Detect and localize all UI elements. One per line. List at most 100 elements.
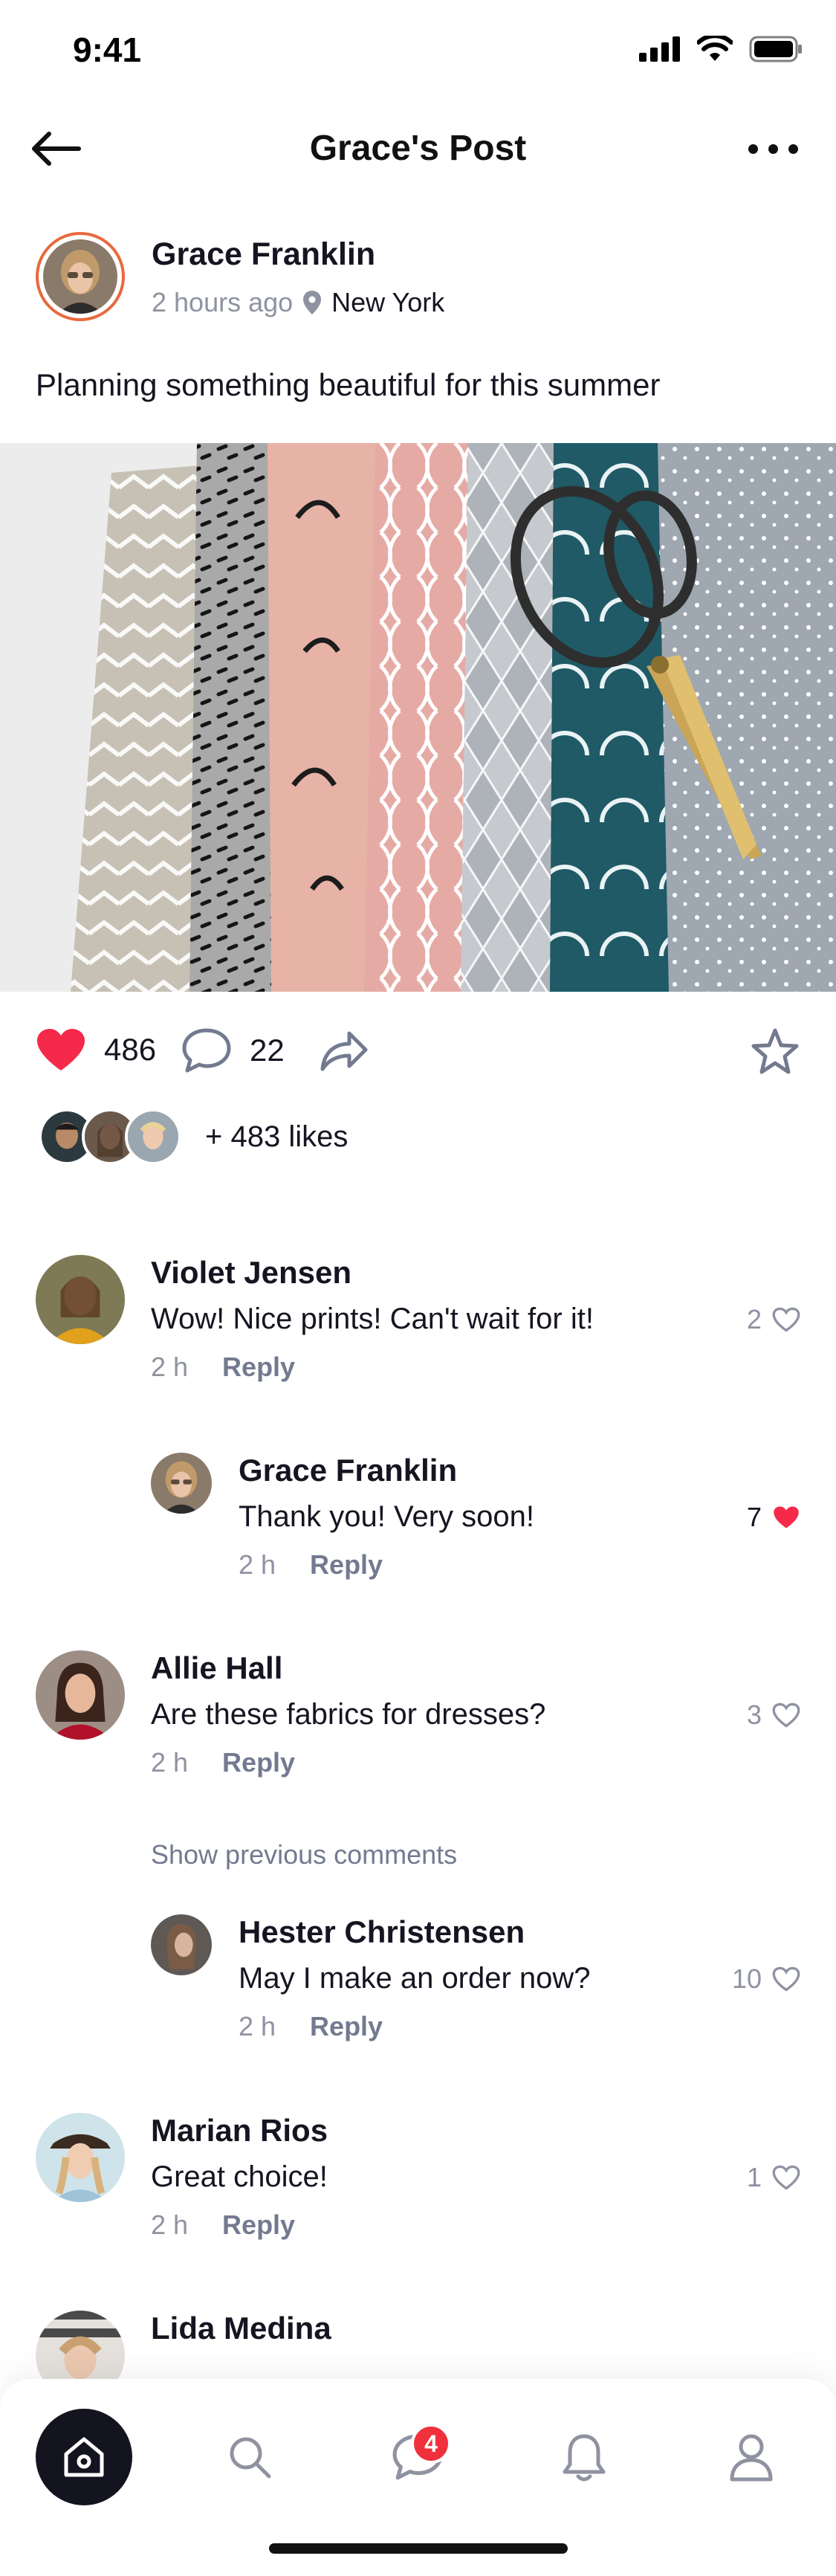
reply-button[interactable]: Reply <box>222 1352 295 1383</box>
comment-item: Marian Rios Great choice! 2 h Reply 1 <box>0 2113 836 2262</box>
profile-icon <box>730 2434 773 2482</box>
comment-time: 2 h <box>239 1549 276 1580</box>
likes-summary-text: + 483 likes <box>205 1120 349 1153</box>
comment-like-count: 1 <box>746 2162 762 2192</box>
commenter-name[interactable]: Violet Jensen <box>151 1255 351 1291</box>
likes-count: 486 <box>104 1032 157 1067</box>
fabric-photo <box>0 443 836 992</box>
reply-button[interactable]: Reply <box>222 1747 295 1778</box>
comment-reply-item: Hester Christensen May I make an order n… <box>0 1914 836 2063</box>
comment-like[interactable]: 2 <box>747 1304 800 1335</box>
status-time: 9:41 <box>73 30 142 69</box>
post-author: Grace Franklin 2 hours ago New York <box>36 232 801 321</box>
heart-outline-icon[interactable] <box>772 1307 800 1332</box>
comment-like-count: 10 <box>731 1963 762 1994</box>
reply-button[interactable]: Reply <box>310 2011 383 2042</box>
commenter-avatar[interactable] <box>151 1453 212 1514</box>
comment-like[interactable]: 3 <box>747 1699 800 1731</box>
comment-text: Great choice! <box>151 2160 328 2193</box>
wifi-icon <box>697 36 733 61</box>
comment-meta: 2 h Reply <box>151 1352 295 1383</box>
tab-notifications[interactable] <box>536 2409 632 2505</box>
comment-reply-item: Grace Franklin Thank you! Very soon! 2 h… <box>0 1453 836 1601</box>
more-icon <box>748 143 758 154</box>
comment-meta: 2 h Reply <box>151 2209 295 2241</box>
comment-like[interactable]: 1 <box>747 2162 800 2193</box>
tab-messages[interactable]: 4 <box>369 2409 466 2505</box>
liker-avatar <box>125 1108 181 1165</box>
share-icon[interactable] <box>318 1027 369 1072</box>
bell-icon <box>563 2434 606 2482</box>
author-meta: 2 hours ago New York <box>152 287 444 318</box>
commenter-name[interactable]: Hester Christensen <box>239 1914 525 1950</box>
comment-meta: 2 h Reply <box>239 1549 383 1581</box>
commenter-avatar[interactable] <box>36 2113 125 2202</box>
post-caption: Planning something beautiful for this su… <box>36 367 661 402</box>
post-location[interactable]: New York <box>331 287 444 318</box>
tab-profile[interactable] <box>703 2409 800 2505</box>
battery-icon <box>749 36 802 62</box>
comment-icon[interactable] <box>181 1027 232 1074</box>
messages-badge: 4 <box>411 2424 451 2464</box>
share-action[interactable] <box>318 1027 369 1072</box>
more-options-button[interactable] <box>739 134 806 164</box>
comment-meta: 2 h Reply <box>239 2011 383 2042</box>
more-icon-dot <box>788 143 798 154</box>
commenter-avatar[interactable] <box>151 1914 212 1975</box>
comment-text: Are these fabrics for dresses? <box>151 1698 546 1731</box>
commenter-avatar[interactable] <box>36 1255 125 1344</box>
comment-meta: 2 h Reply <box>151 1747 295 1778</box>
heart-outline-icon[interactable] <box>772 1966 800 1992</box>
location-pin-icon <box>303 291 322 314</box>
commenter-name[interactable]: Allie Hall <box>151 1650 282 1686</box>
post-time: 2 hours ago <box>152 287 294 317</box>
tab-search[interactable] <box>201 2409 298 2505</box>
comment-text: May I make an order now? <box>239 1962 591 1995</box>
author-avatar[interactable] <box>36 232 125 321</box>
show-previous-comments[interactable]: Show previous comments <box>151 1839 457 1870</box>
comment-time: 2 h <box>151 1747 189 1778</box>
author-avatar-image <box>43 239 117 314</box>
comment-time: 2 h <box>239 2011 276 2041</box>
reply-button[interactable]: Reply <box>310 1549 383 1581</box>
heart-icon[interactable] <box>36 1027 86 1072</box>
post-image[interactable] <box>0 443 836 992</box>
reply-button[interactable]: Reply <box>222 2209 295 2241</box>
search-icon <box>230 2437 271 2479</box>
author-name[interactable]: Grace Franklin <box>152 236 375 273</box>
like-action[interactable]: 486 <box>36 1027 156 1072</box>
more-icon-dot <box>768 143 778 154</box>
commenter-avatar[interactable] <box>36 1650 125 1740</box>
cellular-signal-icon <box>639 36 680 62</box>
comment-text: Wow! Nice prints! Can't wait for it! <box>151 1302 594 1335</box>
comment-like-count: 7 <box>746 1502 762 1532</box>
comment-item: Lida Medina <box>0 2311 836 2400</box>
comment-text: Thank you! Very soon! <box>239 1500 535 1533</box>
avatar-portrait <box>43 239 117 314</box>
comment-like-count: 2 <box>746 1304 762 1334</box>
comment-item: Violet Jensen Wow! Nice prints! Can't wa… <box>0 1255 836 1404</box>
favorite-action[interactable] <box>751 1027 800 1075</box>
nav-header: Grace's Post <box>0 112 836 186</box>
heart-outline-icon[interactable] <box>772 2165 800 2190</box>
comment-item: Allie Hall Are these fabrics for dresses… <box>0 1650 836 1799</box>
comment-like-count: 3 <box>746 1699 762 1730</box>
commenter-name[interactable]: Marian Rios <box>151 2113 328 2149</box>
comment-like[interactable]: 10 <box>732 1963 800 1995</box>
status-bar: 9:41 <box>0 0 836 104</box>
home-indicator[interactable] <box>269 2543 568 2554</box>
likes-summary[interactable]: + 483 likes <box>39 1106 348 1167</box>
comment-time: 2 h <box>151 1352 189 1382</box>
status-icons <box>639 36 803 62</box>
comment-like[interactable]: 7 <box>747 1502 800 1533</box>
comment-time: 2 h <box>151 2209 189 2240</box>
tab-home[interactable] <box>36 2409 132 2505</box>
comment-action[interactable]: 22 <box>181 1027 285 1074</box>
commenter-name[interactable]: Grace Franklin <box>239 1453 457 1488</box>
home-icon <box>64 2437 104 2477</box>
comments-count: 22 <box>250 1033 285 1068</box>
commenter-name[interactable]: Lida Medina <box>151 2311 331 2346</box>
heart-outline-icon[interactable] <box>772 1702 800 1728</box>
heart-filled-icon[interactable] <box>772 1505 800 1530</box>
star-icon[interactable] <box>751 1027 800 1075</box>
